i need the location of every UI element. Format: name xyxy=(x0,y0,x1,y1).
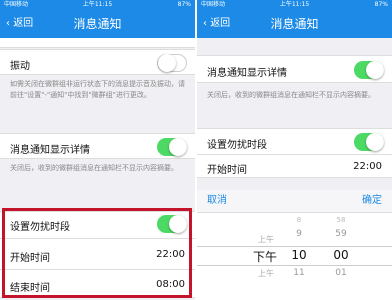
picker-confirm-button[interactable]: 确定 xyxy=(362,190,382,212)
toggle-knob xyxy=(158,54,176,72)
status-time: 上午11:15 xyxy=(82,1,113,8)
picker-hour-item[interactable]: 8 xyxy=(287,216,311,224)
picker-minute-selected[interactable]: 00 xyxy=(325,248,357,262)
picker-minute-item[interactable]: 01 xyxy=(329,268,353,278)
picker-ampm-item[interactable]: 上午 xyxy=(251,234,281,245)
status-bar: 中国移动 上午11:15 87% xyxy=(197,0,392,10)
background-desc: 如需关闭在微群组非运行状态下的消息提示音及振动，请前往"设置"-"通知"中找到"… xyxy=(10,80,185,99)
picker-toolbar: 取消 确定 xyxy=(197,190,392,213)
detail-desc: 关闭后，收到的微群组消息在通知栏不显示内容摘要。 xyxy=(207,91,375,99)
detail-label: 消息通知显示详情 xyxy=(207,68,287,79)
toggle-knob xyxy=(366,133,384,151)
start-time-label[interactable]: 开始时间 xyxy=(207,161,247,176)
nav-bar: ‹ 返回 消息通知 xyxy=(197,10,392,38)
status-time: 上午11:15 xyxy=(279,1,310,8)
picker-ampm-selected[interactable]: 下午 xyxy=(247,248,283,265)
toggle-knob xyxy=(366,61,384,79)
page-title: 消息通知 xyxy=(73,17,122,31)
start-time-value[interactable]: 22:00 xyxy=(353,161,382,172)
picker-minute-item[interactable]: 59 xyxy=(329,229,353,239)
cell-above xyxy=(0,38,195,48)
dnd-label: 设置勿扰时段 xyxy=(207,140,267,151)
picker-cancel-button[interactable]: 取消 xyxy=(207,190,227,212)
shake-row[interactable]: 振动 xyxy=(0,49,195,75)
page-title: 消息通知 xyxy=(270,17,319,31)
left-screen: 中国移动 上午11:15 87% ‹ 返回 消息通知 振动 如需关闭在微群组非运… xyxy=(0,0,195,300)
toggle-knob xyxy=(169,138,187,156)
dnd-toggle[interactable] xyxy=(354,133,384,151)
shake-label: 振动 xyxy=(10,61,30,72)
status-battery: 87% xyxy=(177,1,191,8)
picker-minute-item[interactable]: 58 xyxy=(329,216,353,224)
picker-hour-selected[interactable]: 10 xyxy=(283,248,315,262)
detail-row[interactable]: 消息通知显示详情 xyxy=(0,133,195,159)
shake-toggle[interactable] xyxy=(157,54,187,72)
detail-desc: 关闭后，收到的微群组消息在通知栏不显示内容摘要。 xyxy=(10,164,178,172)
divider xyxy=(197,154,392,155)
detail-toggle[interactable] xyxy=(157,138,187,156)
detail-toggle[interactable] xyxy=(354,61,384,79)
right-screen: 中国移动 上午11:15 87% ‹ 返回 消息通知 消息通知显示详情 关闭后，… xyxy=(197,0,392,300)
picker-hour-item[interactable]: 11 xyxy=(287,268,311,278)
nav-bar: ‹ 返回 消息通知 xyxy=(0,10,195,38)
dnd-group: 设置勿扰时段 开始时间 22:00 xyxy=(197,128,392,178)
detail-label: 消息通知显示详情 xyxy=(10,145,90,156)
time-picker[interactable]: 取消 确定 上午 下午 上午 8 9 10 11 58 59 00 01 xyxy=(197,190,392,300)
status-bar: 中国移动 上午11:15 87% xyxy=(0,0,195,10)
picker-hour-item[interactable]: 9 xyxy=(287,229,311,239)
highlight-box xyxy=(2,208,192,298)
status-battery: 87% xyxy=(374,1,388,8)
picker-ampm-item[interactable]: 上午 xyxy=(251,268,281,279)
detail-row[interactable]: 消息通知显示详情 xyxy=(197,55,392,83)
